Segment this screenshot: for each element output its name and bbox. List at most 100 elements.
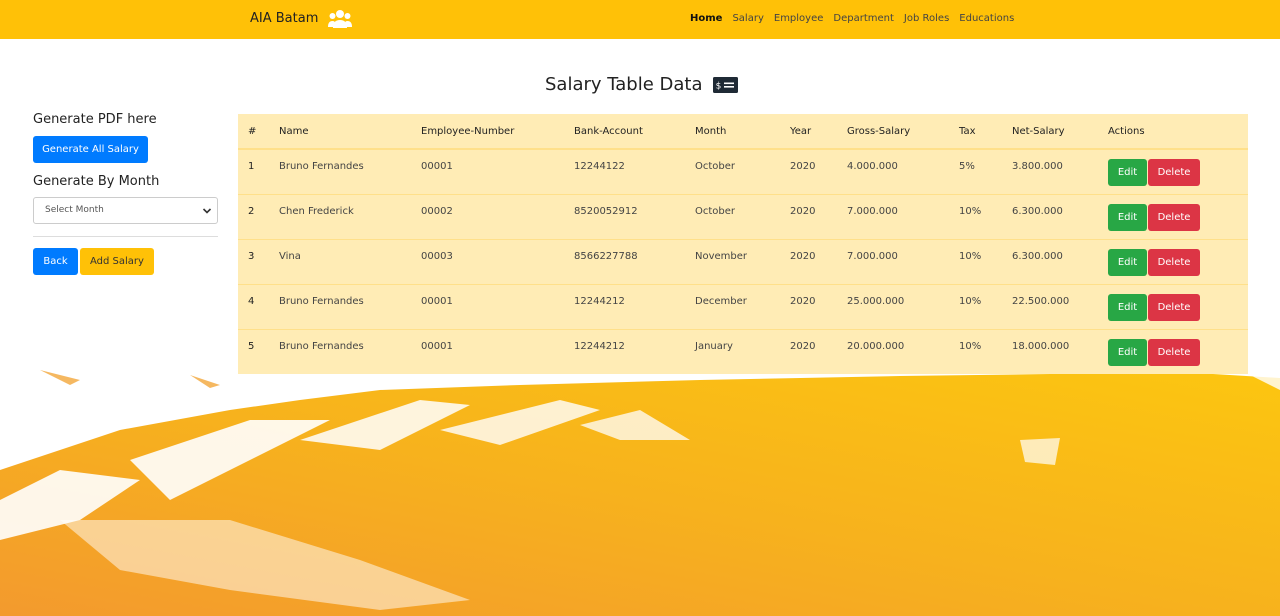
cell-net-salary: 3.800.000 <box>1002 148 1098 194</box>
cell-employee-number: 00002 <box>411 193 564 239</box>
salary-table: # Name Employee-Number Bank-Account Mont… <box>238 114 1248 374</box>
delete-button[interactable]: Delete <box>1148 293 1200 321</box>
cell-employee-number: 00001 <box>411 148 564 194</box>
table-row: 4 Bruno Fernandes 00001 12244212 Decembe… <box>238 283 1248 329</box>
cell-net-salary: 22.500.000 <box>1002 283 1098 329</box>
col-header-month: Month <box>685 114 780 150</box>
col-header-name: Name <box>269 114 411 150</box>
generate-by-month-heading: Generate By Month <box>33 174 160 189</box>
cell-gross-salary: 7.000.000 <box>837 193 949 239</box>
page-title: Salary Table Data <box>545 74 703 95</box>
generate-all-salary-button[interactable]: Generate All Salary <box>33 136 148 163</box>
col-header-number: # <box>238 114 269 150</box>
money-bill-icon: $ <box>712 76 738 93</box>
table-row: 2 Chen Frederick 00002 8520052912 Octobe… <box>238 193 1248 239</box>
cell-year: 2020 <box>780 238 837 284</box>
edit-button[interactable]: Edit <box>1108 159 1147 186</box>
add-salary-button[interactable]: Add Salary <box>80 248 154 275</box>
cell-tax: 10% <box>949 283 1002 329</box>
nav-home[interactable]: Home <box>690 13 722 24</box>
cell-net-salary: 6.300.000 <box>1002 193 1098 239</box>
nav-educations[interactable]: Educations <box>959 13 1014 24</box>
cell-month: January <box>685 328 780 374</box>
nav-salary[interactable]: Salary <box>732 13 763 24</box>
brand-name[interactable]: AIA Batam <box>250 11 318 26</box>
cell-month: November <box>685 238 780 284</box>
col-header-bank-account: Bank-Account <box>564 114 685 150</box>
salary-table-wrap: # Name Employee-Number Bank-Account Mont… <box>238 114 1248 374</box>
nav-department[interactable]: Department <box>833 13 894 24</box>
cell-name: Bruno Fernandes <box>269 328 411 374</box>
cell-bank-account: 8520052912 <box>564 193 685 239</box>
edit-button[interactable]: Edit <box>1108 248 1147 276</box>
delete-button[interactable]: Delete <box>1148 203 1200 231</box>
edit-button[interactable]: Edit <box>1108 293 1147 321</box>
cell-number: 3 <box>238 238 269 284</box>
cell-employee-number: 00001 <box>411 328 564 374</box>
cell-tax: 5% <box>949 148 1002 194</box>
cell-name: Vina <box>269 238 411 284</box>
delete-button[interactable]: Delete <box>1148 338 1200 366</box>
delete-button[interactable]: Delete <box>1148 159 1200 186</box>
delete-button[interactable]: Delete <box>1148 248 1200 276</box>
cell-gross-salary: 7.000.000 <box>837 238 949 284</box>
cell-tax: 10% <box>949 238 1002 284</box>
cell-tax: 10% <box>949 328 1002 374</box>
cell-employee-number: 00003 <box>411 238 564 284</box>
cell-number: 2 <box>238 193 269 239</box>
cell-actions: Edit Delete <box>1098 148 1248 194</box>
edit-button[interactable]: Edit <box>1108 203 1147 231</box>
nav-job-roles[interactable]: Job Roles <box>904 13 949 24</box>
cell-gross-salary: 20.000.000 <box>837 328 949 374</box>
col-header-employee-number: Employee-Number <box>411 114 564 150</box>
users-icon <box>328 10 352 28</box>
cell-year: 2020 <box>780 148 837 194</box>
col-header-gross-salary: Gross-Salary <box>837 114 949 150</box>
cell-bank-account: 8566227788 <box>564 238 685 284</box>
cell-bank-account: 12244122 <box>564 148 685 194</box>
sidebar: Generate PDF here Generate All Salary Ge… <box>33 112 218 275</box>
back-button[interactable]: Back <box>33 248 78 275</box>
cell-gross-salary: 25.000.000 <box>837 283 949 329</box>
cell-bank-account: 12244212 <box>564 283 685 329</box>
col-header-year: Year <box>780 114 837 150</box>
cell-actions: Edit Delete <box>1098 328 1248 374</box>
top-navbar: AIA Batam Home Salary Employee Departmen… <box>0 0 1280 39</box>
nav-employee[interactable]: Employee <box>774 13 824 24</box>
cell-name: Chen Frederick <box>269 193 411 239</box>
table-header-row: # Name Employee-Number Bank-Account Mont… <box>238 114 1248 150</box>
cell-tax: 10% <box>949 193 1002 239</box>
svg-text:$: $ <box>715 81 721 91</box>
cell-year: 2020 <box>780 283 837 329</box>
cell-month: October <box>685 148 780 194</box>
cell-actions: Edit Delete <box>1098 238 1248 284</box>
cell-gross-salary: 4.000.000 <box>837 148 949 194</box>
cell-net-salary: 18.000.000 <box>1002 328 1098 374</box>
col-header-tax: Tax <box>949 114 1002 150</box>
month-select-value: Select Month <box>45 205 104 215</box>
table-row: 1 Bruno Fernandes 00001 12244122 October… <box>238 148 1248 194</box>
table-row: 5 Bruno Fernandes 00001 12244212 January… <box>238 328 1248 374</box>
edit-button[interactable]: Edit <box>1108 338 1147 366</box>
cell-year: 2020 <box>780 328 837 374</box>
nav-menu: Home Salary Employee Department Job Role… <box>690 13 1014 24</box>
cell-employee-number: 00001 <box>411 283 564 329</box>
table-row: 3 Vina 00003 8566227788 November 2020 7.… <box>238 238 1248 284</box>
page-title-wrap: Salary Table Data $ <box>545 74 738 95</box>
cell-actions: Edit Delete <box>1098 193 1248 239</box>
col-header-actions: Actions <box>1098 114 1248 150</box>
sidebar-divider <box>33 236 218 237</box>
cell-name: Bruno Fernandes <box>269 148 411 194</box>
cell-bank-account: 12244212 <box>564 328 685 374</box>
cell-actions: Edit Delete <box>1098 283 1248 329</box>
cell-number: 1 <box>238 148 269 194</box>
cell-number: 5 <box>238 328 269 374</box>
cell-month: October <box>685 193 780 239</box>
cell-number: 4 <box>238 283 269 329</box>
cell-month: December <box>685 283 780 329</box>
generate-pdf-heading: Generate PDF here <box>33 112 157 127</box>
col-header-net-salary: Net-Salary <box>1002 114 1098 150</box>
chevron-down-icon <box>202 208 212 214</box>
month-select[interactable]: Select Month <box>33 197 218 224</box>
cell-name: Bruno Fernandes <box>269 283 411 329</box>
